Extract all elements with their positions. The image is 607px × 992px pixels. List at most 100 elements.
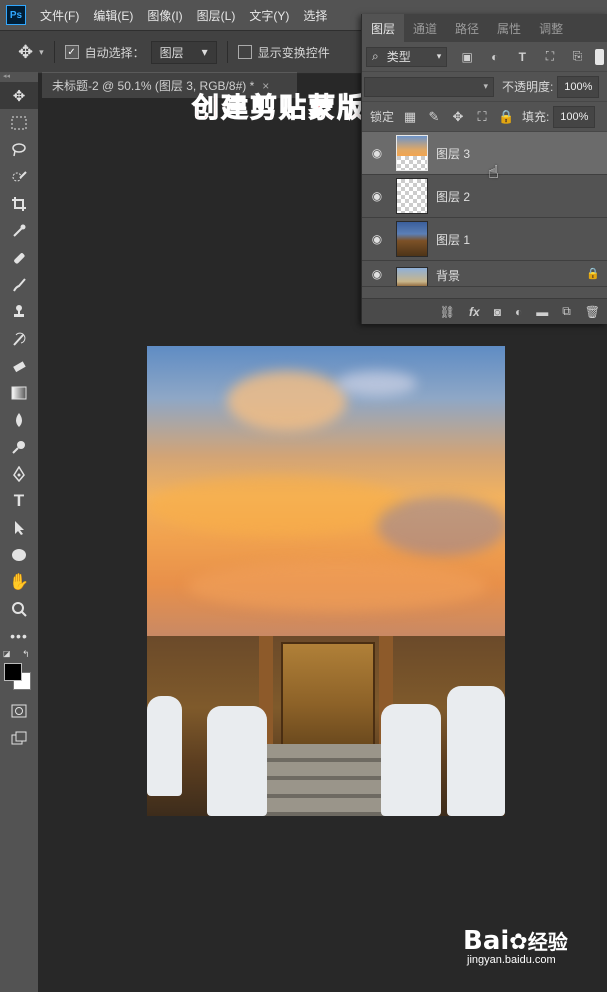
brush-tool-icon[interactable] — [0, 271, 38, 298]
foreground-color-swatch[interactable] — [4, 663, 22, 681]
divider — [53, 41, 55, 63]
healing-brush-tool-icon[interactable] — [0, 244, 38, 271]
tab-layers[interactable]: 图层 — [362, 14, 405, 42]
chevron-down-icon: ▾ — [436, 51, 442, 61]
type-filter-icon[interactable]: T — [515, 50, 531, 64]
watermark-url: jingyan.baidu.com — [467, 954, 556, 966]
layer-name[interactable]: 背景 — [436, 267, 460, 284]
tab-paths[interactable]: 路径 — [446, 14, 488, 42]
panel-grip-icon[interactable]: ◂◂ — [0, 72, 38, 82]
auto-select-target-dropdown[interactable]: 图层 ▾ — [150, 40, 217, 64]
opacity-input[interactable]: 100% — [557, 75, 600, 98]
chevron-down-icon: ▾ — [483, 81, 488, 91]
panel-tabs: 图层 通道 路径 属性 调整 — [362, 14, 607, 42]
layer-filter-dropdown[interactable]: ⌕ 类型 ▾ — [366, 46, 448, 67]
menu-layer[interactable]: 图层(L) — [197, 7, 236, 24]
blend-opacity-row: ▾ 不透明度: 100% — [362, 72, 607, 102]
layer-row-1[interactable]: ◉ 图层 1 — [362, 218, 607, 261]
move-tool-icon[interactable]: ✥ — [0, 82, 38, 109]
tab-adjustments[interactable]: 调整 — [530, 14, 572, 42]
history-brush-tool-icon[interactable] — [0, 325, 38, 352]
layer-style-icon[interactable]: fx — [469, 305, 480, 319]
link-layers-icon[interactable]: ⛓ — [440, 305, 455, 319]
opacity-label: 不透明度: — [502, 80, 554, 94]
type-tool-icon[interactable]: T — [0, 487, 38, 514]
shape-filter-icon[interactable]: ⛶ — [542, 49, 558, 64]
eye-icon[interactable]: ◉ — [362, 232, 392, 246]
lock-image-icon[interactable]: ✎ — [426, 109, 442, 125]
pixel-filter-icon[interactable]: ▣ — [459, 50, 475, 64]
eraser-tool-icon[interactable] — [0, 352, 38, 379]
document-canvas[interactable] — [147, 346, 505, 816]
hand-tool-icon[interactable]: ✋ — [0, 568, 38, 595]
blend-mode-dropdown[interactable]: ▾ — [364, 76, 494, 97]
hand-cursor-icon: ☝ — [488, 162, 499, 182]
ellipse-tool-icon[interactable] — [0, 541, 38, 568]
adjustment-filter-icon[interactable]: ◐ — [487, 50, 503, 64]
annotation-caption: 创建剪贴蒙版 — [192, 93, 366, 125]
menu-file[interactable]: 文件(F) — [40, 7, 79, 24]
adjustment-layer-icon[interactable]: ◐ — [515, 305, 522, 319]
zoom-tool-icon[interactable] — [0, 595, 38, 622]
new-group-icon[interactable]: ▬ — [536, 305, 548, 319]
fill-input[interactable]: 100% — [553, 105, 596, 128]
tab-channels[interactable]: 通道 — [404, 14, 446, 42]
dodge-tool-icon[interactable] — [0, 433, 38, 460]
quick-mask-icon[interactable] — [0, 697, 38, 724]
layer-name[interactable]: 图层 1 — [436, 231, 470, 248]
show-transform-label: 显示变换控件 — [257, 45, 330, 60]
screen-mode-icon[interactable] — [0, 724, 38, 751]
baidu-brand-text: Bai — [463, 926, 510, 956]
layer-row-background[interactable]: ◉ 背景 🔒 — [362, 261, 607, 287]
blur-tool-icon[interactable] — [0, 406, 38, 433]
layer-row-3[interactable]: ◉ 图层 3 — [362, 132, 607, 175]
menu-type[interactable]: 文字(Y) — [249, 7, 289, 24]
lasso-tool-icon[interactable] — [0, 136, 38, 163]
auto-select-target-value: 图层 — [159, 45, 184, 60]
auto-select-checkbox[interactable]: ✓ — [64, 45, 79, 59]
smart-object-filter-icon[interactable]: ⎘ — [570, 49, 586, 64]
cloud — [377, 496, 505, 556]
gradient-tool-icon[interactable] — [0, 379, 38, 406]
lock-artboard-icon[interactable]: ⛶ — [474, 109, 490, 125]
lock-transparent-icon[interactable]: ▦ — [402, 109, 418, 125]
new-layer-icon[interactable]: ⧉ — [562, 304, 571, 319]
eyedropper-tool-icon[interactable] — [0, 217, 38, 244]
quick-selection-tool-icon[interactable] — [0, 163, 38, 190]
default-colors-icon[interactable]: ◪ — [3, 649, 11, 658]
layer-name[interactable]: 图层 3 — [436, 145, 470, 162]
path-selection-tool-icon[interactable] — [0, 514, 38, 541]
crop-tool-icon[interactable] — [0, 190, 38, 217]
statue — [207, 706, 267, 816]
menu-edit[interactable]: 编辑(E) — [93, 7, 133, 24]
lock-all-icon[interactable]: 🔒 — [498, 109, 514, 125]
pen-tool-icon[interactable] — [0, 460, 38, 487]
layer-thumbnail — [396, 221, 428, 257]
show-transform-checkbox[interactable]: ✓ — [237, 45, 252, 59]
swap-colors-icon[interactable]: ↰ — [22, 649, 30, 660]
photoshop-logo[interactable]: Ps — [6, 5, 26, 25]
tools-panel: ◂◂ ✥ T ✋ ••• ◪ ↰ — [0, 72, 38, 992]
tool-preset-chevron-down-icon[interactable]: ▾ — [39, 47, 44, 58]
delete-layer-icon[interactable]: 🗑 — [585, 305, 600, 319]
color-swatches: ◪ ↰ — [0, 649, 38, 697]
layer-thumbnail — [396, 135, 428, 171]
temple-layer-image — [147, 636, 505, 816]
menu-image[interactable]: 图像(I) — [147, 7, 182, 24]
lock-position-icon[interactable]: ✥ — [450, 109, 466, 125]
marquee-tool-icon[interactable] — [0, 109, 38, 136]
statue — [381, 704, 441, 816]
eye-icon[interactable]: ◉ — [362, 189, 392, 203]
clone-stamp-tool-icon[interactable] — [0, 298, 38, 325]
eye-icon[interactable]: ◉ — [362, 146, 392, 160]
add-mask-icon[interactable]: ◙ — [494, 305, 501, 319]
filter-toggle[interactable] — [595, 48, 604, 65]
menu-select[interactable]: 选择 — [303, 7, 327, 24]
layer-row-2[interactable]: ◉ 图层 2 — [362, 175, 607, 218]
move-tool-icon[interactable]: ✥ — [18, 42, 33, 63]
more-tools-icon[interactable]: ••• — [0, 622, 38, 649]
layer-name[interactable]: 图层 2 — [436, 188, 470, 205]
eye-icon[interactable]: ◉ — [362, 267, 392, 281]
cloud — [227, 371, 347, 431]
tab-properties[interactable]: 属性 — [488, 14, 530, 42]
